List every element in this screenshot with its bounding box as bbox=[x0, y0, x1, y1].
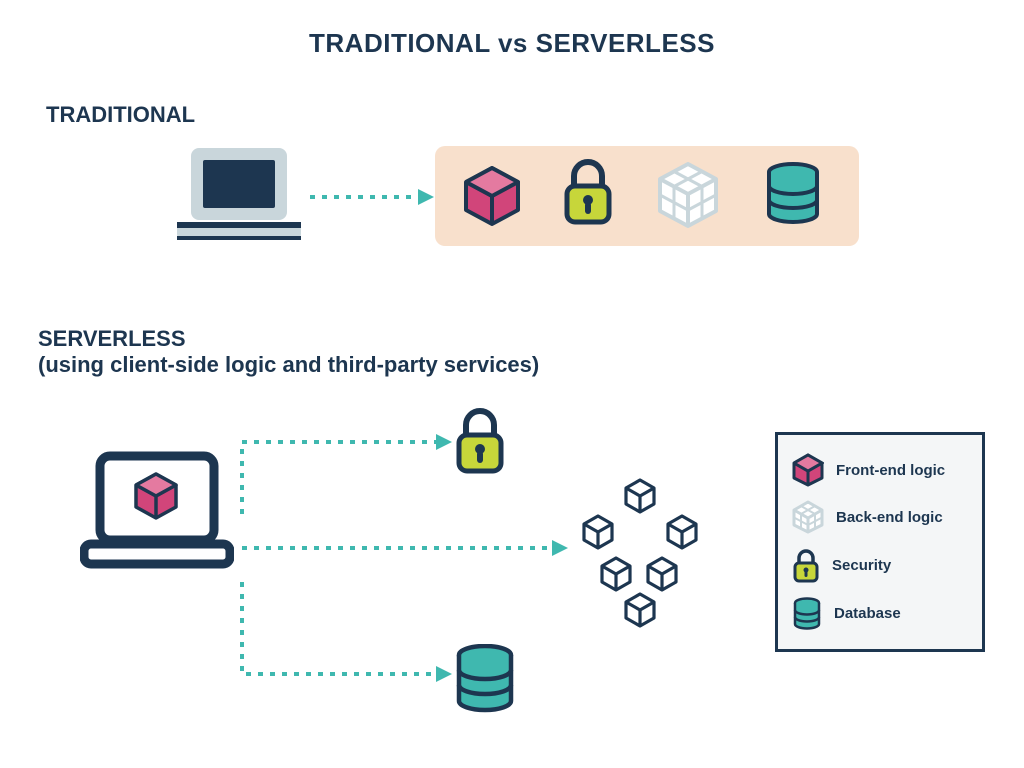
legend-backend: Back-end logic bbox=[792, 500, 968, 534]
microservices-cluster-icon bbox=[570, 478, 708, 628]
legend-box: Front-end logic Back-end logic Security bbox=[775, 432, 985, 652]
lock-icon-serverless bbox=[452, 406, 508, 476]
database-icon-small bbox=[792, 597, 822, 631]
serverless-subheading: (using client-side logic and third-party… bbox=[38, 352, 539, 377]
laptop-icon bbox=[173, 142, 305, 250]
traditional-heading: TRADITIONAL bbox=[46, 102, 195, 128]
frontend-cube-icon bbox=[464, 166, 520, 226]
legend-database: Database bbox=[792, 597, 968, 631]
backend-cube-icon-small bbox=[792, 500, 824, 534]
arrow-traditional bbox=[310, 188, 436, 206]
lock-icon-small bbox=[792, 548, 820, 584]
legend-frontend: Front-end logic bbox=[792, 453, 968, 487]
database-icon-serverless bbox=[454, 644, 516, 714]
frontend-cube-icon-small bbox=[792, 453, 824, 487]
lock-icon bbox=[561, 158, 615, 226]
serverless-heading: SERVERLESS (using client-side logic and … bbox=[38, 326, 539, 378]
legend-security: Security bbox=[792, 548, 968, 584]
page-title: TRADITIONAL vs SERVERLESS bbox=[0, 28, 1024, 59]
arrows-serverless bbox=[236, 430, 576, 710]
database-icon bbox=[764, 162, 822, 226]
backend-cube-icon bbox=[657, 162, 719, 228]
laptop-with-frontend-icon bbox=[80, 450, 234, 572]
